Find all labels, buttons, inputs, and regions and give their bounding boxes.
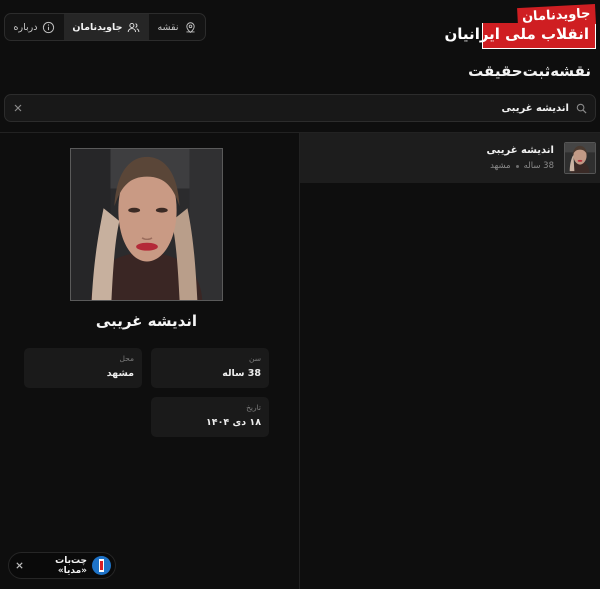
date-value: ۱۸ دی ۱۴۰۴	[205, 417, 261, 428]
site-logo[interactable]: جاویدنامان انقلاب ملی ایرانیان	[445, 4, 596, 49]
map-pin-icon	[185, 21, 195, 33]
chatbot-label: چت‌بات «مدیا»	[55, 555, 87, 576]
chatbot-chip[interactable]: چت‌بات «مدیا»	[8, 552, 116, 579]
panel-divider	[299, 133, 300, 589]
search-input[interactable]: اندیشه غریبی	[23, 103, 569, 114]
result-name: اندیشه غریبی	[486, 145, 554, 156]
age-card: سن 38 ساله	[151, 348, 269, 388]
place-label: محل	[119, 354, 134, 363]
age-value: 38 ساله	[222, 368, 261, 379]
result-city: مشهد	[490, 161, 511, 171]
tab-map[interactable]: نقشه	[149, 14, 205, 40]
search-bar[interactable]: اندیشه غریبی	[4, 94, 596, 122]
date-label: تاریخ	[246, 403, 261, 412]
place-card: محل مشهد	[24, 348, 142, 388]
result-text: اندیشه غریبی 38 ساله مشهد	[487, 145, 554, 171]
separator-dot	[515, 164, 519, 168]
tab-martyrs[interactable]: جاویدنامان	[63, 14, 149, 40]
site-title: نقشه‌ثبت‌حقیقت	[468, 62, 591, 80]
close-icon[interactable]	[15, 561, 24, 570]
users-icon	[128, 22, 140, 32]
results-list: اندیشه غریبی 38 ساله مشهد	[300, 133, 600, 183]
main-tabs: درباره جاویدنامان نقشه	[4, 13, 206, 41]
date-card: تاریخ ۱۸ دی ۱۴۰۴	[151, 397, 269, 437]
list-item[interactable]: اندیشه غریبی 38 ساله مشهد	[300, 133, 600, 183]
place-value: مشهد	[106, 368, 134, 379]
age-label: سن	[249, 354, 261, 363]
result-meta: 38 ساله مشهد	[487, 161, 554, 171]
media-logo-icon	[92, 556, 111, 575]
result-thumbnail	[564, 142, 596, 174]
clear-search-icon[interactable]	[13, 103, 23, 113]
tab-martyrs-label: جاویدنامان	[72, 21, 123, 33]
tab-about[interactable]: درباره	[5, 14, 64, 40]
result-age: 38 ساله	[523, 161, 554, 171]
tab-map-label: نقشه	[157, 21, 179, 33]
detail-name: اندیشه غریبی	[95, 312, 198, 330]
search-icon	[576, 103, 587, 114]
info-icon	[43, 21, 55, 33]
logo-line-1: جاویدنامان	[517, 4, 596, 29]
victim-photo	[70, 148, 223, 301]
tab-about-label: درباره	[13, 21, 38, 33]
